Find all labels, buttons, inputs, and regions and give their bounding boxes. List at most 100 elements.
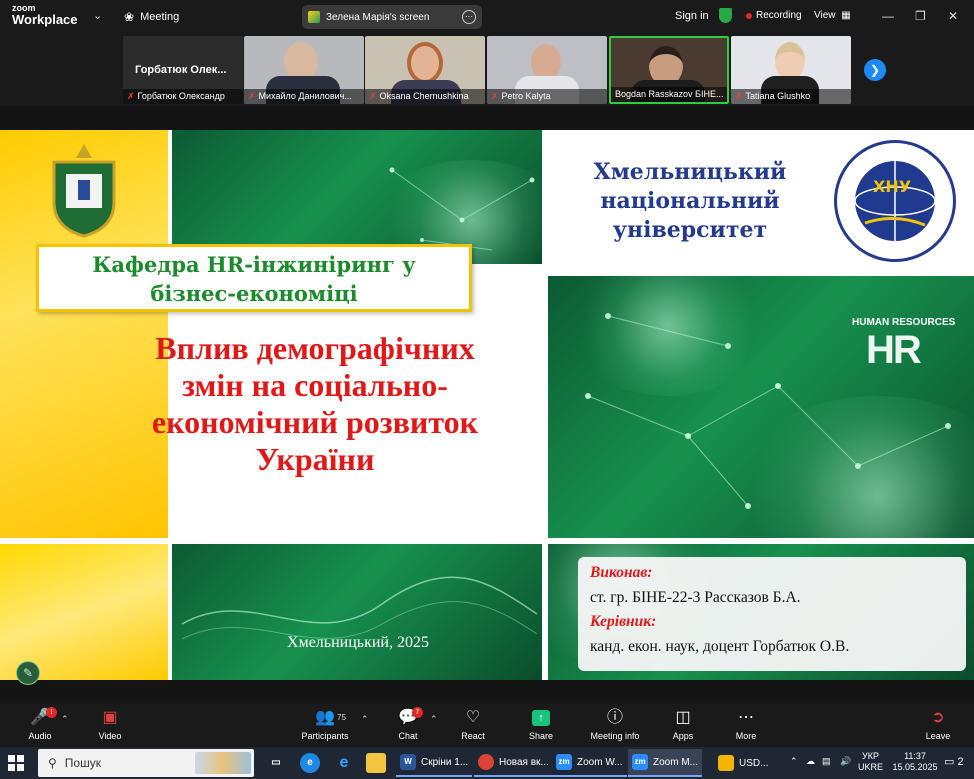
university-name-line: Хмельницький [593,159,787,185]
notifications-button[interactable]: ▭ 2 [944,755,964,768]
share-screen-icon [308,11,320,23]
grid-icon: ▦ [841,10,851,21]
zoom-icon: zm [556,754,572,770]
restore-icon[interactable]: ❐ [915,9,926,23]
notification-icon: ▭ [944,756,955,768]
zoom-workplace-logo[interactable]: zoom Workplace [12,4,78,27]
recording-indicator[interactable]: Recording [746,10,802,21]
more-button[interactable]: ⋯ More [716,707,776,741]
taskbar-app-word[interactable]: W Скріни 1... [396,749,473,777]
internet-explorer-icon[interactable]: e [334,753,354,773]
slide-green-image [548,276,974,538]
network-icon[interactable]: ▤ [822,756,831,767]
chevron-up-icon[interactable]: ⌃ [790,756,798,767]
taskbar-search[interactable]: ⚲ Пошук [38,749,254,777]
chevron-right-icon[interactable]: ❯ [864,59,886,81]
slide-green-image [172,544,542,680]
chevron-up-icon[interactable]: ⌃ [361,714,369,725]
search-highlight-image [195,752,251,774]
participant-tile[interactable]: ✗ Михайло Данилович... [244,36,364,104]
coat-of-arms-emblem [46,140,122,240]
close-icon[interactable]: ✕ [948,9,958,23]
screen-share-label: Зелена Марія's screen [326,11,430,23]
onedrive-icon[interactable]: ☁ [806,756,815,767]
language-primary: УКР [862,751,879,761]
taskbar-app-zoom-workplace[interactable]: zm Zoom W... [552,749,627,777]
participant-tile[interactable]: ✗ Petro Kalyta [487,36,607,104]
shared-screen-area: Кафедра HR-інжиніринг у бізнес-економіці… [0,106,974,703]
view-button[interactable]: View ▦ [814,10,851,21]
file-explorer-icon[interactable] [366,753,386,773]
video-off-icon: ▣ [102,709,118,726]
supervisor-name: канд. екон. наук, доцент Горбатюк О.В. [590,637,850,655]
screen-share-indicator[interactable]: Зелена Марія's screen ··· [302,5,482,29]
wave-graphic [181,576,538,640]
meeting-controls: 🎤 ! Audio ⌃ ▣ Video 👥 75 Participants ⌃ … [0,703,974,747]
sign-in-link[interactable]: Sign in [675,10,709,22]
meeting-menu[interactable]: ❀ Meeting [124,10,179,24]
participants-count: 75 [337,713,346,722]
participant-tile[interactable]: ✗ Oksana Chernushkina [365,36,485,104]
participants-button[interactable]: 👥 75 Participants [295,707,355,741]
participant-caption: Bogdan Rasskazov БІНЕ... [611,87,727,102]
task-view-icon[interactable]: ▭ [266,753,286,773]
university-name-line: національний [600,188,780,214]
view-label: View [814,10,836,21]
mic-muted-icon: ✗ [248,91,256,101]
chevron-up-icon[interactable]: ⌃ [61,714,69,725]
participants-label: Participants [301,731,349,741]
taskbar-widget-currency[interactable]: USD... [714,749,772,777]
react-label: React [461,731,485,741]
minimize-icon[interactable]: — [882,9,894,23]
video-button[interactable]: ▣ Video [80,707,140,741]
audio-alert-badge: ! [46,707,57,718]
participant-name: Tatiana Glushko [745,91,811,101]
participant-caption: ✗ Oksana Chernushkina [365,89,485,104]
windows-taskbar: ⚲ Пошук ▭ e e W Скріни 1... Новая вк... … [0,747,974,779]
taskbar-clock[interactable]: 11:37 15.05.2025 [890,751,940,773]
participant-name: Bogdan Rasskazov БІНЕ... [615,89,724,99]
leave-label: Leave [925,731,951,741]
zoom-logo-name: Workplace [12,12,78,27]
participant-tile[interactable]: ✗ Tatiana Glushko [731,36,851,104]
react-button[interactable]: ♡ React [443,707,503,741]
participant-tile[interactable]: Горбатюк Олек... ✗ Горбатюк Олександр [123,36,243,104]
participant-tile-active[interactable]: Bogdan Rasskazov БІНЕ... [609,36,729,104]
chevron-up-icon[interactable]: ⌃ [430,714,438,725]
slide-title-line: економічний розвиток [151,404,479,440]
mic-muted-icon: ✗ [735,91,743,101]
windows-start-icon[interactable] [8,755,24,771]
apps-button[interactable]: ◫ Apps [653,707,713,741]
input-language[interactable]: УКР UKRE [858,751,883,773]
mic-muted-icon: ✗ [491,91,499,101]
performer-label: Виконав: [590,564,653,581]
volume-icon[interactable]: 🔊 [840,756,851,767]
more-dots-icon: ⋯ [738,709,754,726]
taskbar-app-chrome[interactable]: Новая вк... [474,749,553,777]
search-icon: ⚲ [48,756,57,770]
paw-icon: ❀ [124,10,135,24]
apps-label: Apps [672,731,694,741]
supervisor-label: Керівник: [590,613,657,630]
share-button[interactable]: ↑ Share [511,707,571,741]
heart-icon: ♡ [465,709,481,726]
edge-icon[interactable]: e [300,753,320,773]
chat-badge: 7 [412,707,423,718]
participant-name: Oksana Chernushkina [379,91,469,101]
shield-icon[interactable] [719,8,732,23]
meeting-label: Meeting [140,11,180,23]
meeting-info-label: Meeting info [590,731,640,741]
participant-name: Petro Kalyta [501,91,551,101]
slide-title: Вплив демографічних змін на соціально- е… [100,330,530,478]
chat-button[interactable]: 💬 7 Chat [378,707,438,741]
meeting-info-button[interactable]: ⓘ Meeting info [585,707,645,741]
chat-label: Chat [398,731,418,741]
taskbar-app-zoom-meeting[interactable]: zm Zoom M... [628,749,703,777]
annotate-pencil-icon[interactable]: ✎ [16,661,40,685]
chevron-down-icon[interactable]: ⌄ [93,9,102,22]
more-options-icon[interactable]: ··· [462,10,476,24]
recording-dot-icon [746,12,752,19]
taskbar-app-label: Новая вк... [499,756,549,768]
taskbar-app-label: Zoom M... [653,756,699,768]
leave-button[interactable]: ➲ Leave [908,707,968,741]
